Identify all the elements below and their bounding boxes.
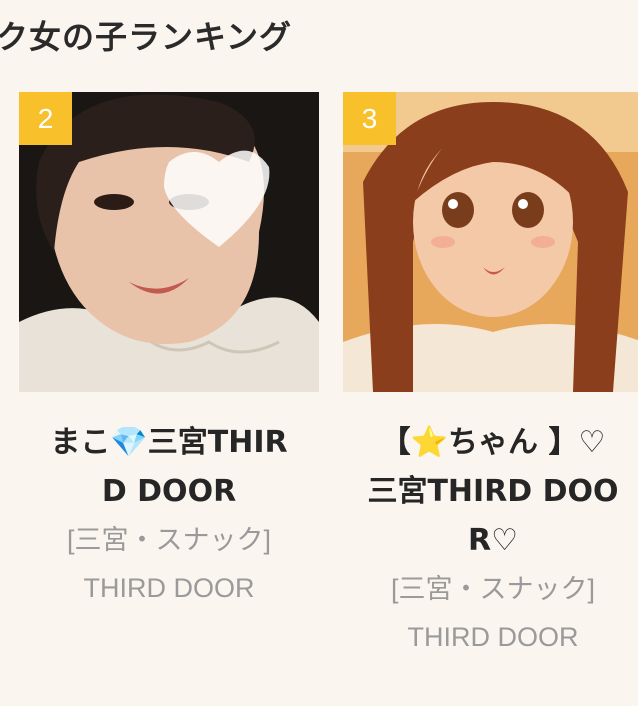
name-line-1: まこ💎三宮THIR xyxy=(50,425,288,460)
shop-name[interactable]: THIRD DOOR xyxy=(19,564,319,612)
rank-badge: 2 xyxy=(19,92,72,145)
name-line-2: D DOOR xyxy=(101,474,237,509)
shop-name[interactable]: THIRD DOOR xyxy=(343,613,638,661)
section-title: ク女の子ランキング xyxy=(0,18,293,56)
rank-badge: 3 xyxy=(343,92,396,145)
profile-photo[interactable]: 2 xyxy=(19,92,319,392)
area-label: [三宮・スナック] xyxy=(66,525,271,555)
ranking-card-3[interactable]: 3 【⭐ちゃん 】♡ 三宮THIRD DOO R♡ [三宮・スナック] THIR… xyxy=(343,92,638,661)
area-label: [三宮・スナック] xyxy=(390,574,595,604)
ranking-card-2[interactable]: 2 まこ💎三宮THIR D DOOR [三宮・スナック] THIRD DOOR xyxy=(19,92,319,612)
girl-name[interactable]: まこ💎三宮THIR D DOOR xyxy=(19,418,319,516)
profile-photo[interactable]: 3 xyxy=(343,92,638,392)
name-line-3: R♡ xyxy=(468,523,518,558)
name-line-2: 三宮THIRD DOO xyxy=(367,474,619,509)
name-line-1: 【⭐ちゃん 】♡ xyxy=(380,425,606,460)
girl-name[interactable]: 【⭐ちゃん 】♡ 三宮THIRD DOO R♡ xyxy=(343,418,638,565)
